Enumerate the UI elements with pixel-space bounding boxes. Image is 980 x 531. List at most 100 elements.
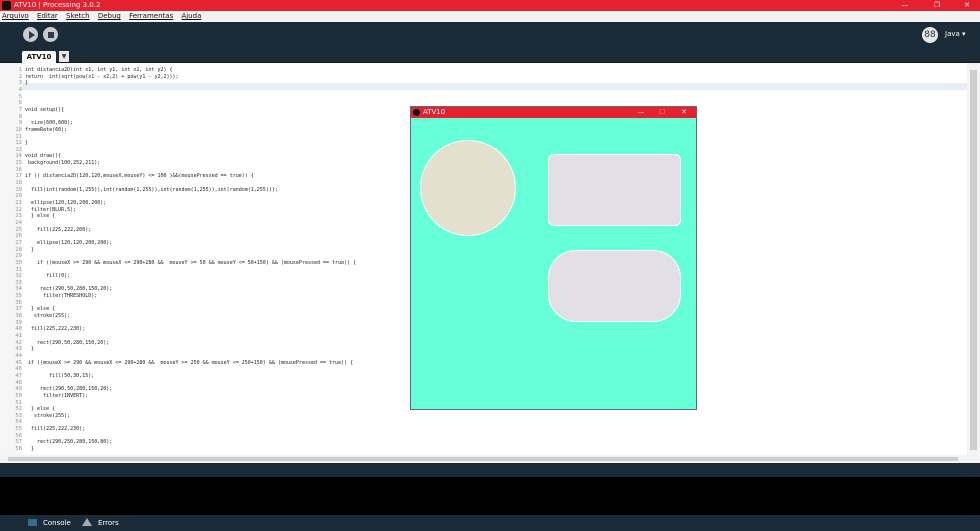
- status-bar: [0, 463, 980, 477]
- sketch-title: ATV10: [423, 108, 446, 116]
- code-line[interactable]: rect(290,50,280,150,20);: [25, 286, 112, 293]
- code-line[interactable]: ellipse(120,120,200,200);: [25, 240, 112, 247]
- code-line[interactable]: }: [25, 446, 34, 453]
- toolbar: [0, 22, 980, 49]
- code-line[interactable]: if ((mouseX >= 290 && mouseX <= 290+280 …: [25, 260, 356, 267]
- errors-tab-label: Errors: [98, 519, 119, 527]
- code-line[interactable]: void setup(){: [25, 107, 64, 114]
- mode-selector[interactable]: Java ▾: [945, 30, 966, 38]
- line-number: 15: [15, 160, 22, 167]
- code-line[interactable]: stroke(255);: [25, 313, 70, 320]
- code-line[interactable]: } else {: [25, 306, 55, 313]
- sketch-rect-top[interactable]: [548, 154, 681, 226]
- menu-ferramentas[interactable]: Ferramentas: [129, 12, 173, 20]
- line-number: 27: [15, 239, 22, 246]
- code-line[interactable]: }: [25, 247, 34, 254]
- code-line[interactable]: rect(290,250,280,150,80);: [25, 439, 112, 446]
- code-line[interactable]: stroke(255);: [25, 413, 70, 420]
- code-line[interactable]: if (( distancia2D(120,120,mouseX,mouseY)…: [25, 173, 254, 180]
- line-number: 37: [15, 306, 22, 313]
- code-line[interactable]: rect(290,50,280,150,20);: [25, 340, 109, 347]
- menu-debug[interactable]: Debug: [98, 12, 121, 20]
- code-line[interactable]: fill(0);: [25, 273, 70, 280]
- line-number: 19: [15, 186, 22, 193]
- code-line[interactable]: background(100,252,211);: [25, 160, 100, 167]
- code-line[interactable]: frameRate(60);: [25, 127, 67, 134]
- run-button[interactable]: [23, 27, 38, 42]
- line-number-gutter: 1 2 3 4 5 6 7 8 9 10 11 12 13 14 15 16 17 18 19 20 21 22 23 24 2…: [0, 63, 22, 463]
- line-number: 50: [15, 392, 22, 399]
- vertical-scroll-thumb[interactable]: [970, 70, 977, 450]
- menu-editar[interactable]: Editar: [37, 12, 58, 20]
- code-line[interactable]: if ((mouseX >= 290 && mouseX <= 290+280 …: [25, 360, 353, 367]
- menu-bar: Arquivo Editar Sketch Debug Ferramentas …: [0, 11, 980, 22]
- code-line[interactable]: fill(50,30,15);: [25, 373, 94, 380]
- maximize-button[interactable]: ❐: [926, 0, 948, 11]
- sketch-titlebar: ATV10 — ☐ ✕: [411, 107, 696, 118]
- debugger-icon[interactable]: 88: [922, 27, 938, 43]
- code-line[interactable]: }: [25, 80, 28, 87]
- stop-button[interactable]: [43, 27, 58, 42]
- code-line[interactable]: filter(INVERT);: [25, 393, 88, 400]
- code-line[interactable]: void draw(){: [25, 153, 61, 160]
- code-line[interactable]: } else {: [25, 406, 55, 413]
- menu-arquivo[interactable]: Arquivo: [2, 12, 29, 20]
- bottom-tabs: [0, 515, 980, 531]
- sketch-canvas[interactable]: [411, 118, 696, 409]
- line-number: 58: [15, 446, 22, 453]
- code-line[interactable]: filter(THRESHOLD);: [25, 293, 97, 300]
- line-number: 10: [15, 126, 22, 133]
- sketch-rect-bottom[interactable]: [548, 250, 681, 322]
- menu-sketch[interactable]: Sketch: [66, 12, 90, 20]
- minimize-button[interactable]: —: [894, 0, 916, 11]
- menu-ajuda[interactable]: Ajuda: [181, 12, 201, 20]
- console-area[interactable]: [0, 477, 980, 515]
- sketch-app-icon: [413, 109, 420, 116]
- code-line[interactable]: size(600,600);: [25, 120, 73, 127]
- line-number: 30: [15, 259, 22, 266]
- line-number: 35: [15, 293, 22, 300]
- code-line[interactable]: return int(sqrt(pow(x1 - x2,2) + pow(y1 …: [25, 74, 179, 81]
- line-number: 42: [15, 339, 22, 346]
- code-line[interactable]: rect(290,50,280,150,20);: [25, 386, 112, 393]
- tab-atv10[interactable]: ATV10: [22, 51, 56, 63]
- console-icon: [28, 519, 37, 526]
- sketch-maximize-button[interactable]: ☐: [651, 107, 673, 118]
- line-number: 55: [15, 426, 22, 433]
- line-number: 2: [18, 73, 22, 80]
- close-button[interactable]: ✕: [956, 0, 978, 11]
- line-number: 9: [18, 120, 22, 127]
- code-line[interactable]: fill(225,222,230);: [25, 426, 85, 433]
- console-tab[interactable]: Console: [28, 516, 71, 530]
- tab-menu-button[interactable]: ▼: [59, 51, 69, 62]
- code-line[interactable]: }: [25, 140, 28, 147]
- line-number: 52: [15, 406, 22, 413]
- processing-app-icon: [2, 1, 11, 10]
- line-number: 25: [15, 226, 22, 233]
- console-tab-label: Console: [43, 519, 71, 527]
- line-number: 47: [15, 372, 22, 379]
- sketch-ellipse[interactable]: [420, 140, 516, 236]
- line-number: 4: [18, 86, 22, 93]
- current-line-highlight: [22, 83, 968, 90]
- window-title: ATV10 | Processing 3.0.2: [14, 1, 101, 9]
- code-line[interactable]: fill(225,222,200);: [25, 227, 91, 234]
- sketch-minimize-button[interactable]: —: [630, 107, 652, 118]
- code-line[interactable]: }: [25, 346, 34, 353]
- line-number: 39: [15, 319, 22, 326]
- sketch-close-button[interactable]: ✕: [673, 107, 695, 118]
- line-number: 17: [15, 173, 22, 180]
- line-number: 5: [18, 93, 22, 100]
- errors-tab[interactable]: Errors: [82, 516, 119, 530]
- sketch-window[interactable]: ATV10 — ☐ ✕: [410, 106, 697, 410]
- tab-strip: [0, 49, 980, 62]
- code-line[interactable]: fill(225,222,230);: [25, 326, 85, 333]
- code-line[interactable]: filter(BLUR,5);: [25, 207, 76, 214]
- horizontal-scroll-thumb[interactable]: [8, 457, 958, 461]
- line-number: 7: [18, 106, 22, 113]
- line-number: 29: [15, 253, 22, 260]
- line-number: 34: [15, 286, 22, 293]
- code-line[interactable]: } else {: [25, 213, 55, 220]
- warning-icon: [82, 518, 92, 526]
- code-line[interactable]: fill(int(random(1,255)),int(random(1,255…: [25, 187, 278, 194]
